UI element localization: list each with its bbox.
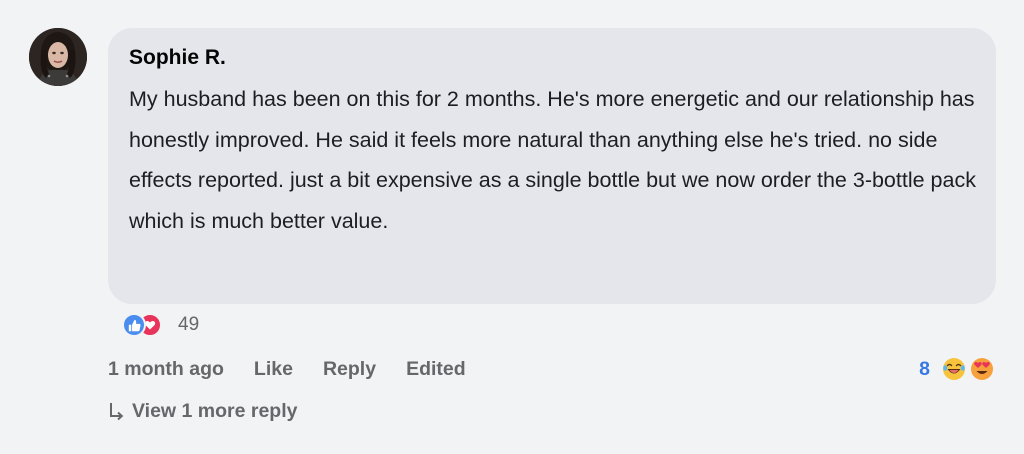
comment-text: My husband has been on this for 2 months… bbox=[129, 87, 976, 233]
author-name[interactable]: Sophie R. bbox=[129, 44, 976, 72]
view-more-replies-label: View 1 more reply bbox=[132, 399, 298, 422]
edited-label[interactable]: Edited bbox=[406, 358, 466, 381]
reply-arrow-icon bbox=[110, 403, 124, 421]
reaction-summary[interactable]: 49 bbox=[122, 312, 199, 338]
timestamp[interactable]: 1 month ago bbox=[108, 358, 224, 381]
reply-reaction-summary[interactable]: 8 bbox=[919, 355, 994, 383]
laugh-emoji-icon bbox=[943, 358, 965, 380]
like-icon bbox=[122, 313, 146, 337]
heart-eyes-emoji-icon bbox=[971, 358, 993, 380]
reply-button[interactable]: Reply bbox=[323, 358, 376, 381]
reaction-count: 49 bbox=[178, 314, 200, 335]
reply-reaction-count: 8 bbox=[919, 357, 930, 380]
avatar[interactable] bbox=[29, 28, 87, 86]
view-more-replies-link[interactable]: View 1 more reply bbox=[108, 397, 297, 425]
comment-actions: 1 month ago Like Reply Edited bbox=[108, 355, 466, 383]
like-button[interactable]: Like bbox=[254, 358, 293, 381]
comment-bubble: Sophie R. My husband has been on this fo… bbox=[108, 28, 996, 304]
